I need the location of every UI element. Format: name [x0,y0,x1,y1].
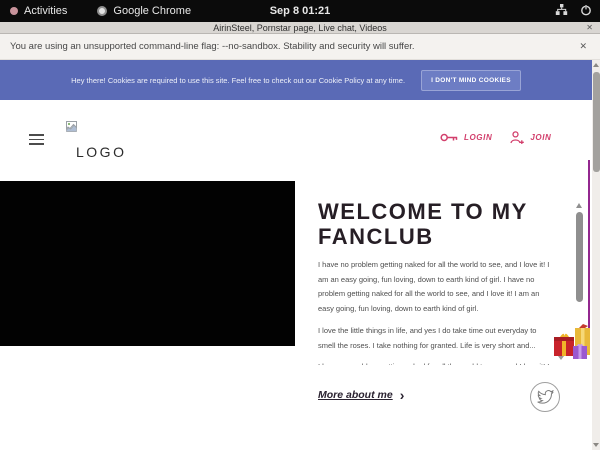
join-label: JOIN [530,133,551,142]
window-title: AirinSteel, Pornstar page, Live chat, Vi… [213,23,386,33]
site-logo[interactable]: LOGO [66,119,126,160]
inner-scrollbar-thumb[interactable] [576,212,583,302]
gift-boxes-icon [552,322,594,362]
person-plus-icon [510,131,525,144]
bio-paragraph: I love the little things in life, and ye… [318,324,550,353]
key-icon [440,132,459,143]
cookie-banner: Hey there! Cookies are required to use t… [0,60,592,100]
more-about-me-link[interactable]: More about me › [318,389,404,401]
gift-string [588,160,590,330]
inner-scroll-up-arrow[interactable] [576,203,582,208]
network-icon[interactable] [555,4,568,19]
twitter-bird-icon [537,390,554,405]
browser-scrollbar[interactable] [592,60,600,450]
welcome-title: WELCOME TO MY FANCLUB [318,199,548,249]
infobar-message: You are using an unsupported command-lin… [10,41,415,52]
gnome-top-bar: Activities Google Chrome Sep 8 01:21 [0,0,600,22]
login-label: LOGIN [464,133,492,142]
logo-alt-text: LOGO [76,144,126,160]
hero-video-area[interactable] [0,181,295,346]
twitter-button[interactable] [530,382,560,412]
gifts-widget[interactable] [552,322,594,367]
bio-paragraph: I have no problem getting naked for all … [318,258,550,318]
window-title-bar: AirinSteel, Pornstar page, Live chat, Vi… [0,22,600,34]
accept-cookies-button[interactable]: I DON'T MIND COOKIES [421,70,521,91]
scroll-up-arrow[interactable] [593,63,599,67]
menu-hamburger-icon[interactable] [29,134,44,145]
cookie-message: Hey there! Cookies are required to use t… [71,76,405,85]
more-about-me-label: More about me [318,389,393,401]
login-button[interactable]: LOGIN [440,131,492,144]
chevron-right-icon: › [400,390,405,400]
clock[interactable]: Sep 8 01:21 [0,5,600,17]
power-icon[interactable] [580,4,592,19]
scroll-down-arrow[interactable] [593,443,599,447]
bio-paragraph-clipped: I have no problem getting naked for all … [318,360,550,365]
screen: Activities Google Chrome Sep 8 01:21 [0,0,600,450]
join-button[interactable]: JOIN [510,131,551,144]
broken-image-icon [66,121,77,132]
browser-scrollbar-thumb[interactable] [593,72,600,172]
window-close-icon[interactable]: ✕ [586,23,593,32]
chrome-flag-infobar: You are using an unsupported command-lin… [0,34,600,60]
infobar-close-icon[interactable]: ✕ [579,41,587,52]
